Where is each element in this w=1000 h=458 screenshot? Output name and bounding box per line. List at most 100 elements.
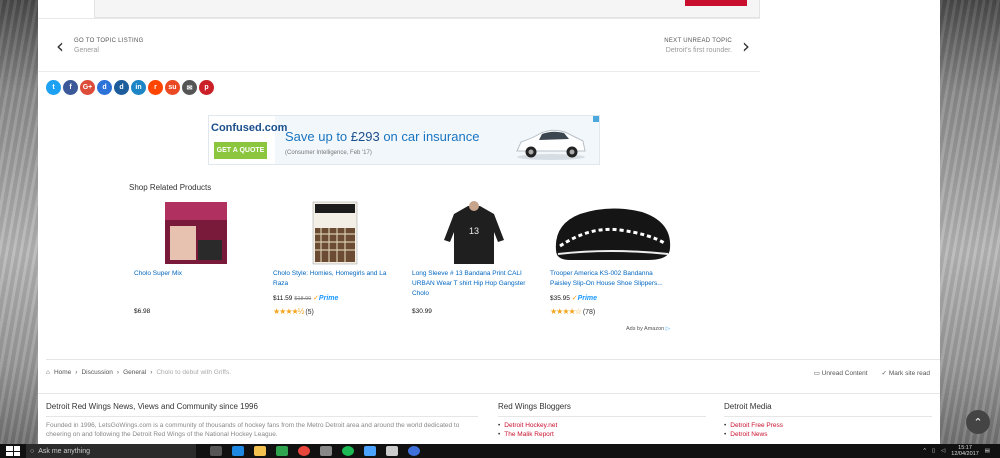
product-title[interactable]: Trooper America KS-002 Bandanna Paisley … — [550, 269, 675, 289]
windows-start-icon[interactable] — [6, 446, 20, 456]
footer-bloggers: Red Wings Bloggers Detroit Hockey.net Th… — [498, 402, 706, 439]
submit-button[interactable] — [685, 0, 747, 6]
home-icon: ⌂ — [46, 369, 50, 376]
product-image — [555, 208, 671, 260]
chevron-up-icon: ⌃ — [973, 416, 983, 429]
network-icon[interactable]: ▯ — [932, 448, 935, 454]
product-title[interactable]: Long Sleeve # 13 Bandana Print CALI URBA… — [412, 269, 537, 299]
unread-content-link[interactable]: ▭ Unread Content — [814, 369, 868, 377]
site-footer: Detroit Red Wings News, Views and Commun… — [38, 393, 940, 444]
chevron-left-icon: ‹ — [56, 34, 64, 58]
footer-media: Detroit Media Detroit Free Press Detroit… — [724, 402, 932, 439]
stars-icon: ★★★★☆ — [550, 307, 582, 316]
footer-link[interactable]: Detroit Free Press — [724, 421, 932, 430]
stars-icon: ★★★★½ — [273, 307, 304, 316]
email-icon[interactable]: ✉ — [182, 80, 197, 95]
taskbar-apps — [210, 446, 420, 456]
stumbleupon-icon[interactable]: su — [165, 80, 180, 95]
digg-icon[interactable]: d — [114, 80, 129, 95]
ads-by-amazon-link[interactable]: Ads by Amazon ▷ — [626, 326, 670, 332]
breadcrumb-home[interactable]: Home — [54, 369, 71, 376]
prev-topic-link[interactable]: ‹ GO TO TOPIC LISTING General — [56, 36, 144, 56]
ad-headline: Save up to £293 on car insurance — [285, 129, 480, 144]
footer-about-text: Founded in 1996, LetsGoWings.com is a co… — [46, 422, 460, 438]
linkedin-icon[interactable]: in — [131, 80, 146, 95]
product-image: 13 — [444, 201, 504, 264]
clock[interactable]: 15:17 12/04/2017 — [951, 445, 979, 457]
footer-media-title: Detroit Media — [724, 402, 932, 417]
file-explorer-icon[interactable] — [254, 446, 266, 456]
product-price: $30.99 — [412, 308, 432, 315]
volume-icon[interactable]: ◁ — [941, 448, 945, 454]
prime-badge: Prime — [577, 295, 598, 302]
footer-bloggers-title: Red Wings Bloggers — [498, 402, 706, 417]
next-topic-link[interactable]: › NEXT UNREAD TOPIC Detroit's first roun… — [664, 36, 750, 56]
page-content: ‹ GO TO TOPIC LISTING General › NEXT UNR… — [38, 0, 940, 444]
app-icon[interactable] — [386, 446, 398, 456]
chevron-up-icon[interactable]: ^ — [923, 448, 926, 454]
divider — [38, 71, 760, 72]
taskbar-search[interactable]: ○ Ask me anything — [26, 444, 196, 458]
product-rating: ★★★★½ (5) — [273, 307, 314, 316]
product-price: $6.98 — [134, 308, 151, 315]
spotify-icon[interactable] — [342, 446, 354, 456]
product-image — [312, 201, 358, 265]
taskbar: ○ Ask me anything ^ ▯ ◁ 15:17 12/04/2017… — [0, 444, 1000, 458]
reddit-icon[interactable]: r — [148, 80, 163, 95]
adchoices-icon[interactable] — [593, 116, 599, 122]
prev-topic-label: GO TO TOPIC LISTING — [74, 38, 144, 44]
breadcrumb-actions: ▭ Unread Content ✓ Mark site read — [814, 369, 930, 377]
check-icon: ✓ — [881, 370, 887, 377]
background-right — [940, 0, 1000, 444]
footer-link[interactable]: The Malik Report — [498, 430, 706, 439]
prev-topic-sub: General — [74, 47, 99, 54]
breadcrumb-general[interactable]: General — [123, 369, 146, 376]
footer-about: Detroit Red Wings News, Views and Commun… — [46, 402, 478, 439]
chrome-icon[interactable] — [298, 446, 310, 456]
get-quote-button[interactable]: GET A QUOTE — [214, 142, 267, 159]
insurance-ad[interactable]: Confused.com GET A QUOTE Save up to £293… — [208, 115, 600, 165]
delicious-icon[interactable]: d — [97, 80, 112, 95]
store-icon[interactable] — [276, 446, 288, 456]
calculator-icon[interactable] — [320, 446, 332, 456]
inbox-icon: ▭ — [813, 370, 820, 377]
task-view-icon[interactable] — [210, 446, 222, 456]
app-icon[interactable] — [408, 446, 420, 456]
ad-logo-panel: Confused.com GET A QUOTE — [209, 116, 287, 164]
breadcrumb-separator: › — [116, 369, 120, 376]
reply-box — [94, 0, 760, 18]
footer-link[interactable]: Detroit News — [724, 430, 932, 439]
system-tray: ^ ▯ ◁ 15:17 12/04/2017 ▤ — [923, 444, 990, 458]
car-image — [516, 129, 586, 160]
twitter-icon[interactable]: t — [46, 80, 61, 95]
breadcrumb-current: Cholo to debut with Griffs. — [156, 369, 232, 376]
next-topic-sub: Detroit's first rounder. — [665, 47, 732, 54]
breadcrumb-separator: › — [150, 369, 153, 376]
breadcrumb: ⌂ Home › Discussion › General › Cholo to de… — [46, 369, 231, 376]
product-title[interactable]: Cholo Super Mix — [134, 269, 259, 279]
svg-text:13: 13 — [469, 226, 479, 236]
mark-read-link[interactable]: ✓ Mark site read — [882, 369, 930, 377]
breadcrumb-discussion[interactable]: Discussion — [81, 369, 112, 376]
facebook-icon[interactable]: f — [63, 80, 78, 95]
skype-icon[interactable] — [364, 446, 376, 456]
product-image — [165, 202, 227, 264]
product-price: $11.59 $18.00 ✓Prime — [273, 295, 339, 302]
divider — [38, 18, 760, 19]
product-price: $35.95 ✓Prime — [550, 295, 598, 302]
footer-link[interactable]: Detroit Hockey.net — [498, 421, 706, 430]
background-left — [0, 0, 38, 444]
product-rating: ★★★★☆ (78) — [550, 307, 596, 316]
scroll-to-top-button[interactable]: ⌃ — [966, 410, 990, 434]
pinterest-icon[interactable]: p — [199, 80, 214, 95]
shop-title: Shop Related Products — [129, 183, 212, 192]
edge-icon[interactable] — [232, 446, 244, 456]
product-title[interactable]: Cholo Style: Homies, Homegirls and La Ra… — [273, 269, 398, 289]
adchoices-icon: ▷ — [665, 326, 670, 332]
divider — [46, 359, 940, 360]
notifications-icon[interactable]: ▤ — [985, 448, 990, 454]
ad-logo: Confused.com — [211, 122, 288, 134]
share-bar: t f G+ d d in r su ✉ p — [46, 80, 214, 95]
google-plus-icon[interactable]: G+ — [80, 80, 95, 95]
next-topic-label: NEXT UNREAD TOPIC — [664, 38, 732, 44]
